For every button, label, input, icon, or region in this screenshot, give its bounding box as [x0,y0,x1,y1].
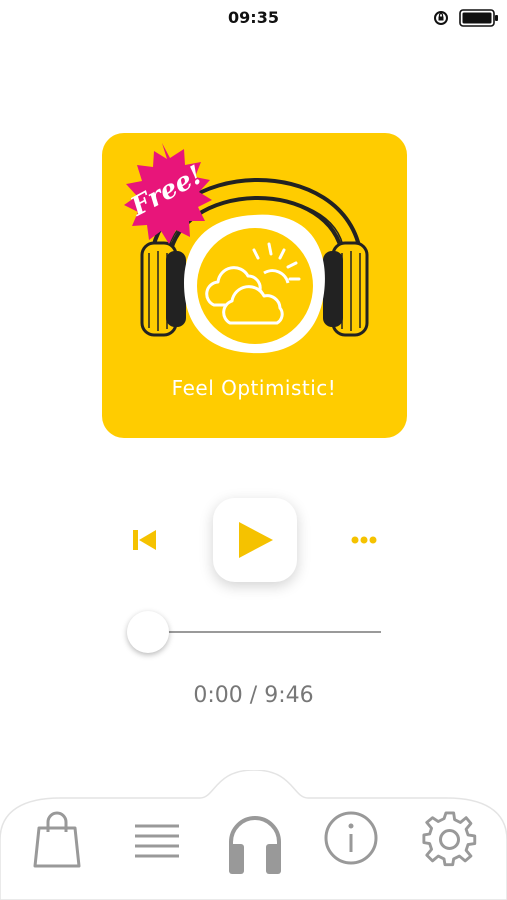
progress-track [149,631,381,633]
tab-shop[interactable] [27,810,87,870]
play-icon [239,522,273,558]
progress-slider[interactable] [127,610,383,656]
previous-track-button[interactable] [130,526,158,554]
previous-track-icon [133,530,156,550]
gear-icon [422,811,477,867]
status-bar: 09:35 [0,0,507,34]
tab-player[interactable] [222,810,288,874]
play-button[interactable] [213,498,297,582]
player-controls [0,498,507,582]
album-title: Feel Optimistic! [172,376,337,400]
album-artwork: Free! Feel Optimistic! [102,133,407,438]
shopping-bag-icon [33,811,81,868]
headphones-icon [229,816,281,874]
tab-bar [0,770,507,900]
progress-thumb[interactable] [127,611,169,653]
tab-settings[interactable] [420,810,480,870]
status-icons [433,9,499,27]
more-options-button[interactable] [350,533,378,547]
orientation-lock-icon [434,11,448,25]
info-icon [324,811,378,865]
more-options-icon [351,536,377,544]
tab-playlist[interactable] [127,810,187,870]
list-icon [135,824,179,858]
status-time: 09:35 [228,8,279,27]
tab-info[interactable] [321,810,381,870]
battery-icon [459,9,498,27]
time-readout: 0:00 / 9:46 [193,683,314,708]
